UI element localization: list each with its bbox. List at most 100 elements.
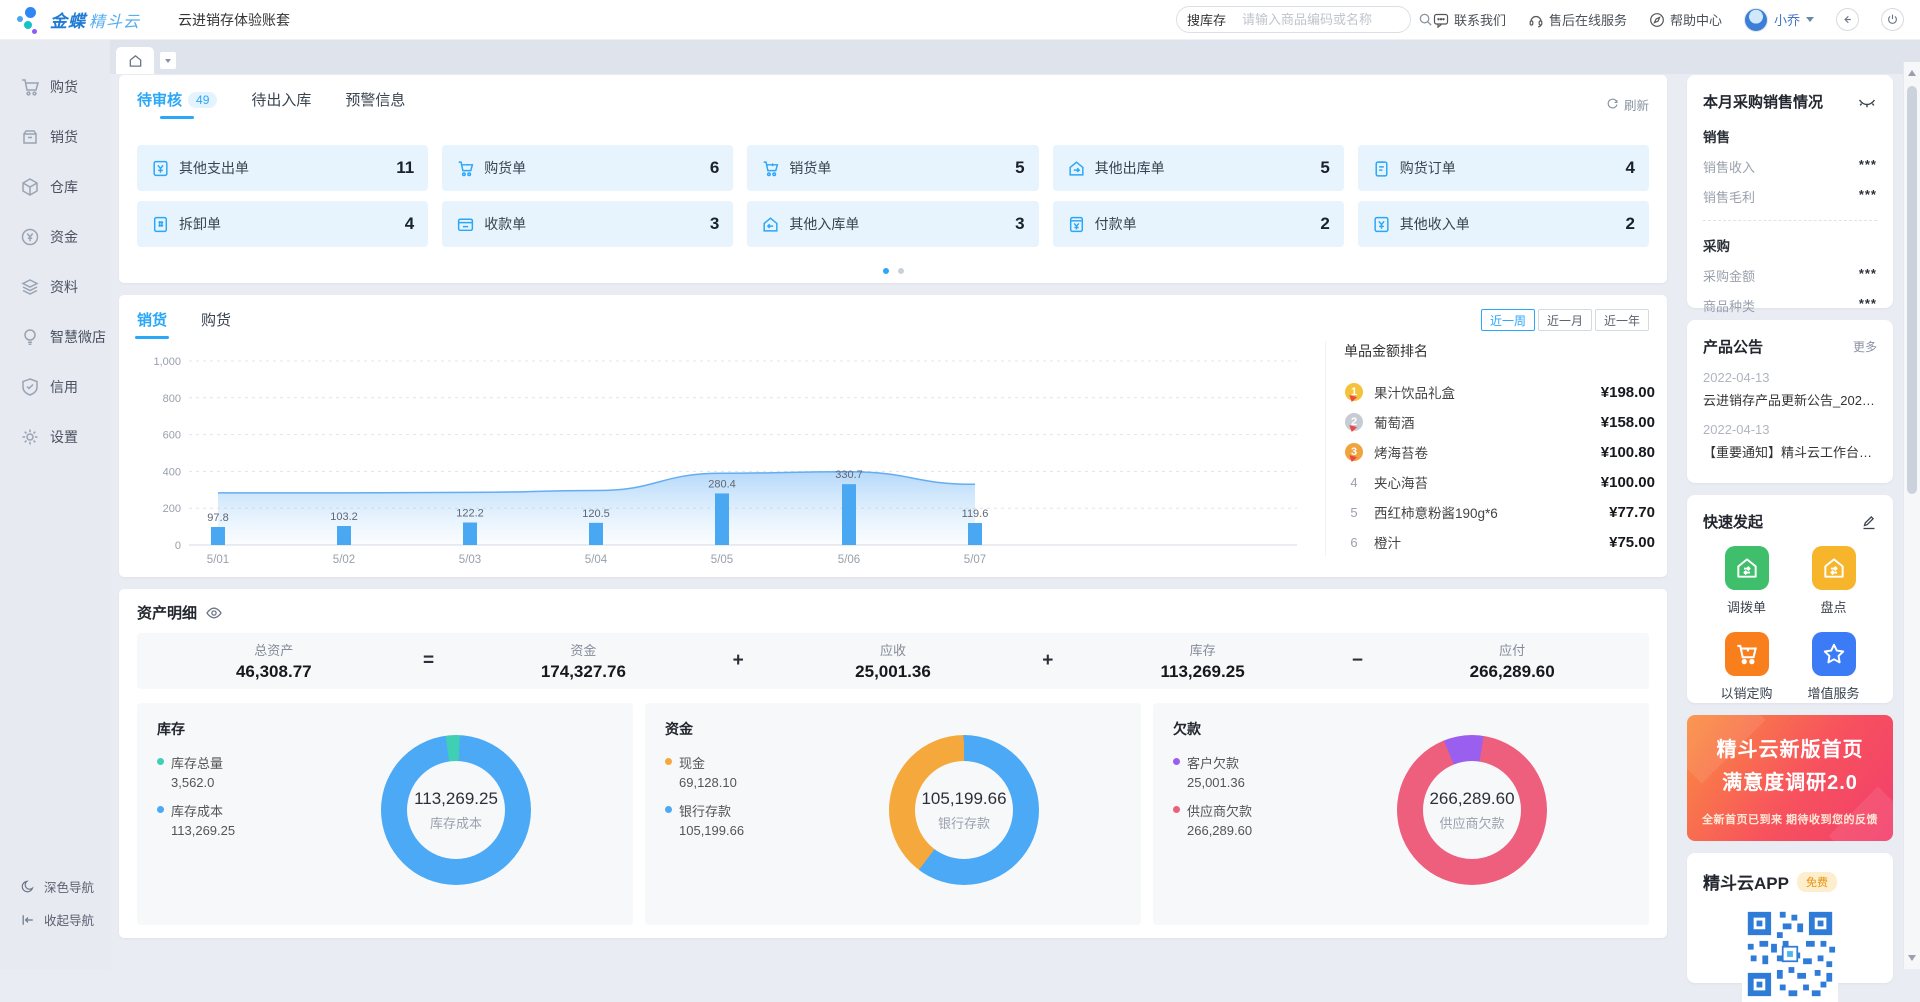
collapse-nav-button[interactable]: 收起导航: [0, 910, 110, 929]
announcement-date: 2022-04-13: [1703, 422, 1877, 437]
todo-carousel-dots: [119, 268, 1667, 274]
quick-action-sell-to-order[interactable]: 以销定购: [1703, 632, 1790, 702]
tab-pending-inout[interactable]: 待出入库: [251, 89, 311, 119]
eye-icon[interactable]: [205, 604, 223, 622]
card-title: 本月采购销售情况: [1703, 91, 1823, 112]
todo-card-disassembly[interactable]: 拆卸单 4: [137, 201, 428, 247]
after-sales-link[interactable]: 售后在线服务: [1528, 10, 1627, 29]
scrollbar-thumb[interactable]: [1907, 86, 1917, 494]
dark-nav-toggle[interactable]: 深色导航: [0, 877, 110, 896]
todo-card-count: 4: [405, 214, 414, 234]
dark-nav-label: 深色导航: [44, 877, 94, 896]
range-last-week-button[interactable]: 近一周: [1481, 309, 1535, 331]
legend-dot: [157, 806, 164, 813]
kv-label: 销售收入: [1703, 157, 1755, 176]
page-scrollbar[interactable]: [1903, 62, 1920, 969]
scroll-up-arrow[interactable]: [1908, 70, 1916, 76]
todo-card-count: 11: [396, 158, 414, 178]
carousel-dot[interactable]: [883, 268, 889, 274]
todo-panel: 待审核49 待出入库 预警信息 刷新 其他支出单 11 购货单 6 销货单 5 …: [119, 75, 1667, 283]
eye-closed-icon[interactable]: [1857, 94, 1877, 110]
todo-card-other-outbound[interactable]: 其他出库单 5: [1053, 145, 1344, 191]
ranking-row[interactable]: 3 烤海苔卷 ¥100.80: [1344, 437, 1655, 467]
operator-equals: =: [411, 650, 447, 672]
todo-card-sales-order[interactable]: 销货单 5: [747, 145, 1038, 191]
donut-center-value: 266,289.60: [1429, 789, 1514, 809]
home-tab[interactable]: [116, 47, 154, 74]
exit-back-button[interactable]: [1836, 8, 1859, 31]
todo-card-other-income[interactable]: 其他收入单 2: [1358, 201, 1649, 247]
sidebar-item-sales[interactable]: 销货: [0, 112, 110, 162]
survey-banner[interactable]: 精斗云新版首页 满意度调研2.0 全新首页已到来 期待收到您的反馈: [1687, 715, 1893, 841]
sidebar-item-data[interactable]: 资料: [0, 262, 110, 312]
tab-alerts[interactable]: 预警信息: [345, 89, 405, 119]
ranking-item-amount: ¥77.70: [1609, 504, 1655, 521]
search-input[interactable]: [1242, 12, 1418, 27]
todo-card-other-inbound[interactable]: 其他入库单 3: [747, 201, 1038, 247]
range-last-month-button[interactable]: 近一月: [1538, 309, 1592, 331]
tab-pending-approval[interactable]: 待审核49: [137, 89, 217, 119]
more-link[interactable]: 更多: [1853, 338, 1877, 355]
gold-medal-icon: 1: [1345, 383, 1363, 401]
sidebar-item-smart-store[interactable]: 智慧微店: [0, 312, 110, 362]
todo-card-purchase-order[interactable]: 购货单 6: [442, 145, 733, 191]
todo-card-receipt[interactable]: 收款单 3: [442, 201, 733, 247]
debt-donut-chart[interactable]: 266,289.60 供应商欠款: [1397, 735, 1547, 885]
ranking-row[interactable]: 4 夹心海苔 ¥100.00: [1344, 467, 1655, 497]
monthly-summary-card: 本月采购销售情况 销售 销售收入 *** 销售毛利 *** 采购 采购金额 **…: [1687, 75, 1893, 308]
edit-pencil-icon[interactable]: [1861, 514, 1877, 530]
ranking-row[interactable]: 2 葡萄酒 ¥158.00: [1344, 407, 1655, 437]
ranking-item-amount: ¥75.00: [1609, 534, 1655, 551]
workspace-tabstrip: [110, 40, 1920, 74]
inventory-search[interactable]: 搜库存: [1176, 6, 1411, 33]
range-last-year-button[interactable]: 近一年: [1595, 309, 1649, 331]
funds-donut-chart[interactable]: 105,199.66 银行存款: [889, 735, 1039, 885]
quick-action-transfer[interactable]: 调拨单: [1703, 546, 1790, 616]
todo-card-count: 2: [1626, 214, 1635, 234]
card-title: 产品公告: [1703, 336, 1763, 357]
sidebar-item-credit[interactable]: 信用: [0, 362, 110, 412]
announcement-link[interactable]: 【重要通知】精斗云工作台域...: [1703, 442, 1877, 461]
ranking-row[interactable]: 5 西红柿意粉酱190g*6 ¥77.70: [1344, 497, 1655, 527]
todo-card-other-expense[interactable]: 其他支出单 11: [137, 145, 428, 191]
ranking-row[interactable]: 6 橙汁 ¥75.00: [1344, 527, 1655, 557]
carousel-dot[interactable]: [898, 268, 904, 274]
svg-text:97.8: 97.8: [207, 512, 228, 524]
donut-center-value: 105,199.66: [921, 789, 1006, 809]
stat-value: 25,001.36: [756, 662, 1030, 682]
inventory-donut-card: 库存 库存总量 3,562.0 库存成本 113,269.25 113,269.…: [137, 703, 633, 925]
inventory-donut-chart[interactable]: 113,269.25 库存成本: [381, 735, 531, 885]
todo-card-label: 其他入库单: [789, 214, 859, 234]
todo-card-count: 4: [1626, 158, 1635, 178]
todo-card-label: 其他支出单: [179, 158, 249, 178]
ranking-item-amount: ¥100.00: [1601, 474, 1655, 491]
announcement-link[interactable]: 云进销存产品更新公告_20220...: [1703, 390, 1877, 409]
sidebar-item-purchase[interactable]: 购货: [0, 62, 110, 112]
stat-label: 应收: [756, 640, 1030, 659]
sidebar-item-settings[interactable]: 设置: [0, 412, 110, 462]
search-icon[interactable]: [1418, 12, 1433, 27]
todo-card-payment[interactable]: 付款单 2: [1053, 201, 1344, 247]
search-scope-label[interactable]: 搜库存: [1187, 10, 1226, 29]
tab-purchase-trend[interactable]: 购货: [201, 309, 231, 339]
refresh-button[interactable]: 刷新: [1606, 95, 1649, 114]
banner-line2: 满意度调研2.0: [1687, 766, 1893, 795]
scroll-down-arrow[interactable]: [1908, 955, 1916, 961]
sidebar-item-warehouse[interactable]: 仓库: [0, 162, 110, 212]
tab-sales-trend[interactable]: 销货: [137, 309, 167, 339]
quick-action-stocktake[interactable]: 盘点: [1790, 546, 1877, 616]
power-logout-button[interactable]: [1881, 8, 1904, 31]
svg-text:5/06: 5/06: [838, 554, 860, 566]
ranking-row[interactable]: 1 果汁饮品礼盒 ¥198.00: [1344, 377, 1655, 407]
contact-us-link[interactable]: 联系我们: [1433, 10, 1506, 29]
sidebar-item-funds[interactable]: 资金: [0, 212, 110, 262]
quick-action-value-added[interactable]: 增值服务: [1790, 632, 1877, 702]
user-menu[interactable]: 小乔: [1744, 8, 1814, 32]
gear-icon: [20, 427, 40, 447]
outbound-house-icon: [1067, 159, 1086, 178]
stocktake-house-icon: [1812, 546, 1856, 590]
tab-list-dropdown[interactable]: [160, 52, 176, 69]
brand-logo[interactable]: 金蝶 精斗云: [0, 6, 178, 34]
todo-card-purchase-request[interactable]: 购货订单 4: [1358, 145, 1649, 191]
help-center-link[interactable]: 帮助中心: [1649, 10, 1722, 29]
